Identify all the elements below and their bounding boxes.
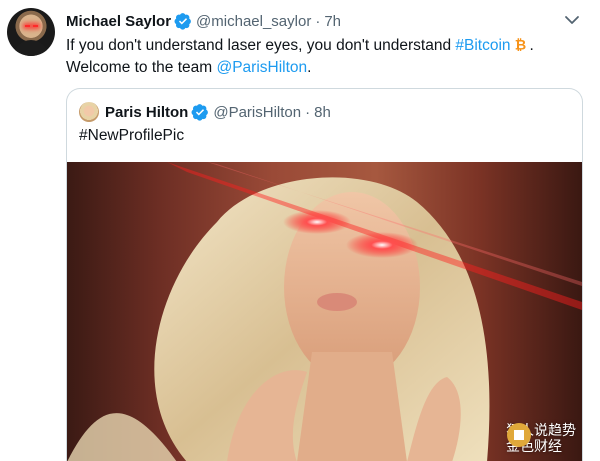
quoted-author-avatar[interactable] [79,102,99,122]
tweet-card[interactable]: Michael Saylor @michael_saylor · 7h If y… [0,0,600,461]
watermark: 狂人说趋势 金色财经 [506,422,576,454]
watermark-logo-icon [507,423,531,447]
photo-illustration [67,162,582,461]
quoted-header-separator: · [305,103,311,121]
quoted-tweet-text: #NewProfilePic [79,127,185,144]
author-avatar[interactable] [7,8,55,56]
svg-text:₿: ₿ [514,38,525,52]
tweet-text-part2: . [529,37,534,54]
more-caret-icon[interactable] [562,10,582,30]
avatar-laser-eye-right [33,25,38,27]
tweet-timestamp[interactable]: 7h [324,13,341,30]
author-name[interactable]: Michael Saylor [66,13,171,30]
header-separator: · [315,12,321,30]
tweet-text-line2-prefix: Welcome to the team [66,59,217,76]
tweet-header: Michael Saylor @michael_saylor · 7h [66,11,341,31]
tweet-text-line2-suffix: . [307,59,312,76]
quoted-tweet-photo[interactable]: 狂人说趋势 金色财经 [67,162,582,461]
tweet-text: If you don't understand laser eyes, you … [66,35,586,79]
quoted-tweet-header: Paris Hilton @ParisHilton · 8h [79,101,331,123]
author-handle[interactable]: @michael_saylor [196,13,311,30]
bitcoin-icon: ₿ [514,38,525,52]
quoted-author-name[interactable]: Paris Hilton [105,104,188,121]
hashtag-link[interactable]: #Bitcoin [455,37,510,54]
tweet-text-part1: If you don't understand laser eyes, you … [66,37,456,54]
verified-badge-icon [191,104,209,121]
quoted-tweet[interactable]: Paris Hilton @ParisHilton · 8h #NewProfi… [66,88,583,461]
avatar-shirt [13,40,49,56]
quoted-author-handle[interactable]: @ParisHilton [213,104,301,121]
avatar-laser-eye-left [25,25,30,27]
verified-badge-icon [174,13,191,30]
mention-link[interactable]: @ParisHilton [216,59,307,76]
quoted-tweet-timestamp[interactable]: 8h [314,104,331,121]
